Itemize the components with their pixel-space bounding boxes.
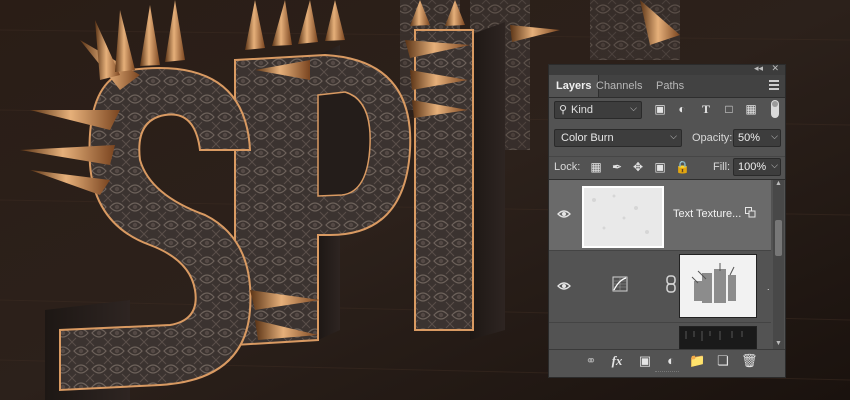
opacity-field[interactable]: 50% ⌵ [733, 129, 781, 147]
fill-label: Fill: [713, 161, 731, 173]
chevron-down-icon: ⌵ [771, 131, 778, 141]
delete-layer-icon[interactable]: 🗑 [741, 353, 758, 369]
filter-kind-select[interactable]: ⚲ Kind ⌵ [554, 101, 642, 119]
layer-name[interactable]: Text Texture... [673, 208, 741, 220]
adjustment-layer-icon[interactable]: ◐ [663, 353, 679, 369]
panel-tabs: Layers Channels Paths [549, 75, 785, 98]
fill-value: 100% [738, 161, 767, 173]
tab-channels[interactable]: Channels [589, 75, 649, 97]
collapse-panel-icon[interactable]: ◂◂ [754, 63, 763, 74]
chevron-down-icon: ⌵ [670, 131, 677, 141]
adjustment-filter-icon[interactable]: ◐ [675, 102, 689, 116]
filter-toggle[interactable] [771, 100, 779, 118]
layer-dot: . [767, 282, 770, 292]
lock-row: Lock: ▦ ✒ ✥ ▣ 🔒 Fill: 100% ⌵ [549, 156, 785, 177]
fill-field[interactable]: 100% ⌵ [733, 158, 781, 176]
layer-thumbnail[interactable] [679, 326, 757, 350]
new-group-icon[interactable]: 📁 [689, 353, 705, 369]
opacity-label: Opacity: [692, 132, 733, 144]
lock-position-icon[interactable]: ✥ [631, 160, 645, 174]
lock-artboard-icon[interactable]: ▣ [653, 160, 667, 174]
scroll-up-icon[interactable]: ▲ [773, 180, 784, 190]
shape-filter-icon[interactable]: □ [722, 102, 736, 116]
chevron-down-icon: ⌵ [771, 160, 778, 170]
fx-icon[interactable]: fx [609, 353, 625, 369]
layer-list-scrollbar[interactable]: ▲ ▼ [773, 180, 784, 350]
panel-menu-icon[interactable] [769, 80, 779, 90]
visibility-eye-icon[interactable] [557, 209, 571, 219]
layers-bottom-toolbar: ⚭ fx ▣ ◐ 📁 ❏ 🗑 [549, 349, 785, 372]
layer-filter-row: ⚲ Kind ⌵ ▣ ◐ T □ ▦ [549, 100, 785, 123]
smart-object-badge-icon [745, 207, 756, 218]
smart-object-filter-icon[interactable]: ▦ [744, 102, 758, 116]
curves-adjustment-icon[interactable] [612, 276, 628, 292]
lock-all-icon[interactable]: 🔒 [675, 160, 690, 174]
layer-row-text-texture[interactable]: Text Texture... [549, 180, 771, 251]
filter-kind-label: Kind [571, 104, 594, 116]
blend-mode-select[interactable]: Color Burn ⌵ [554, 129, 682, 147]
lock-transparent-pixels-icon[interactable]: ▦ [589, 160, 603, 174]
search-icon: ⚲ [559, 104, 568, 116]
blend-mode-value: Color Burn [561, 132, 614, 144]
image-filter-icon[interactable]: ▣ [653, 102, 667, 116]
opacity-value: 50% [738, 132, 761, 144]
scrollbar-thumb[interactable] [775, 220, 782, 256]
add-mask-icon[interactable]: ▣ [637, 353, 653, 369]
layer-row-partial[interactable] [549, 322, 771, 350]
layer-mask-thumbnail[interactable] [679, 254, 757, 318]
type-filter-icon[interactable]: T [699, 102, 713, 116]
layer-row-curves-adjustment[interactable]: . [549, 250, 771, 323]
chain-link-icon[interactable] [665, 275, 677, 293]
lock-image-pixels-icon[interactable]: ✒ [610, 160, 624, 174]
lock-label: Lock: [554, 161, 581, 173]
link-layers-icon[interactable]: ⚭ [583, 353, 599, 369]
blend-row: Color Burn ⌵ Opacity: 50% ⌵ [549, 129, 785, 151]
panel-title-bar[interactable]: ◂◂ ✕ [549, 63, 785, 75]
panel-resize-grip[interactable] [655, 371, 679, 376]
chevron-down-icon: ⌵ [630, 103, 637, 113]
visibility-eye-icon[interactable] [557, 281, 571, 291]
layers-panel: ◂◂ ✕ Layers Channels Paths ⚲ Kind ⌵ ▣ ◐ … [548, 63, 786, 378]
layer-list: Text Texture... . ▲ ▼ [549, 179, 785, 350]
new-layer-icon[interactable]: ❏ [715, 353, 731, 369]
tab-paths[interactable]: Paths [649, 75, 691, 97]
layer-thumbnail[interactable] [582, 186, 664, 248]
close-panel-icon[interactable]: ✕ [771, 63, 779, 74]
